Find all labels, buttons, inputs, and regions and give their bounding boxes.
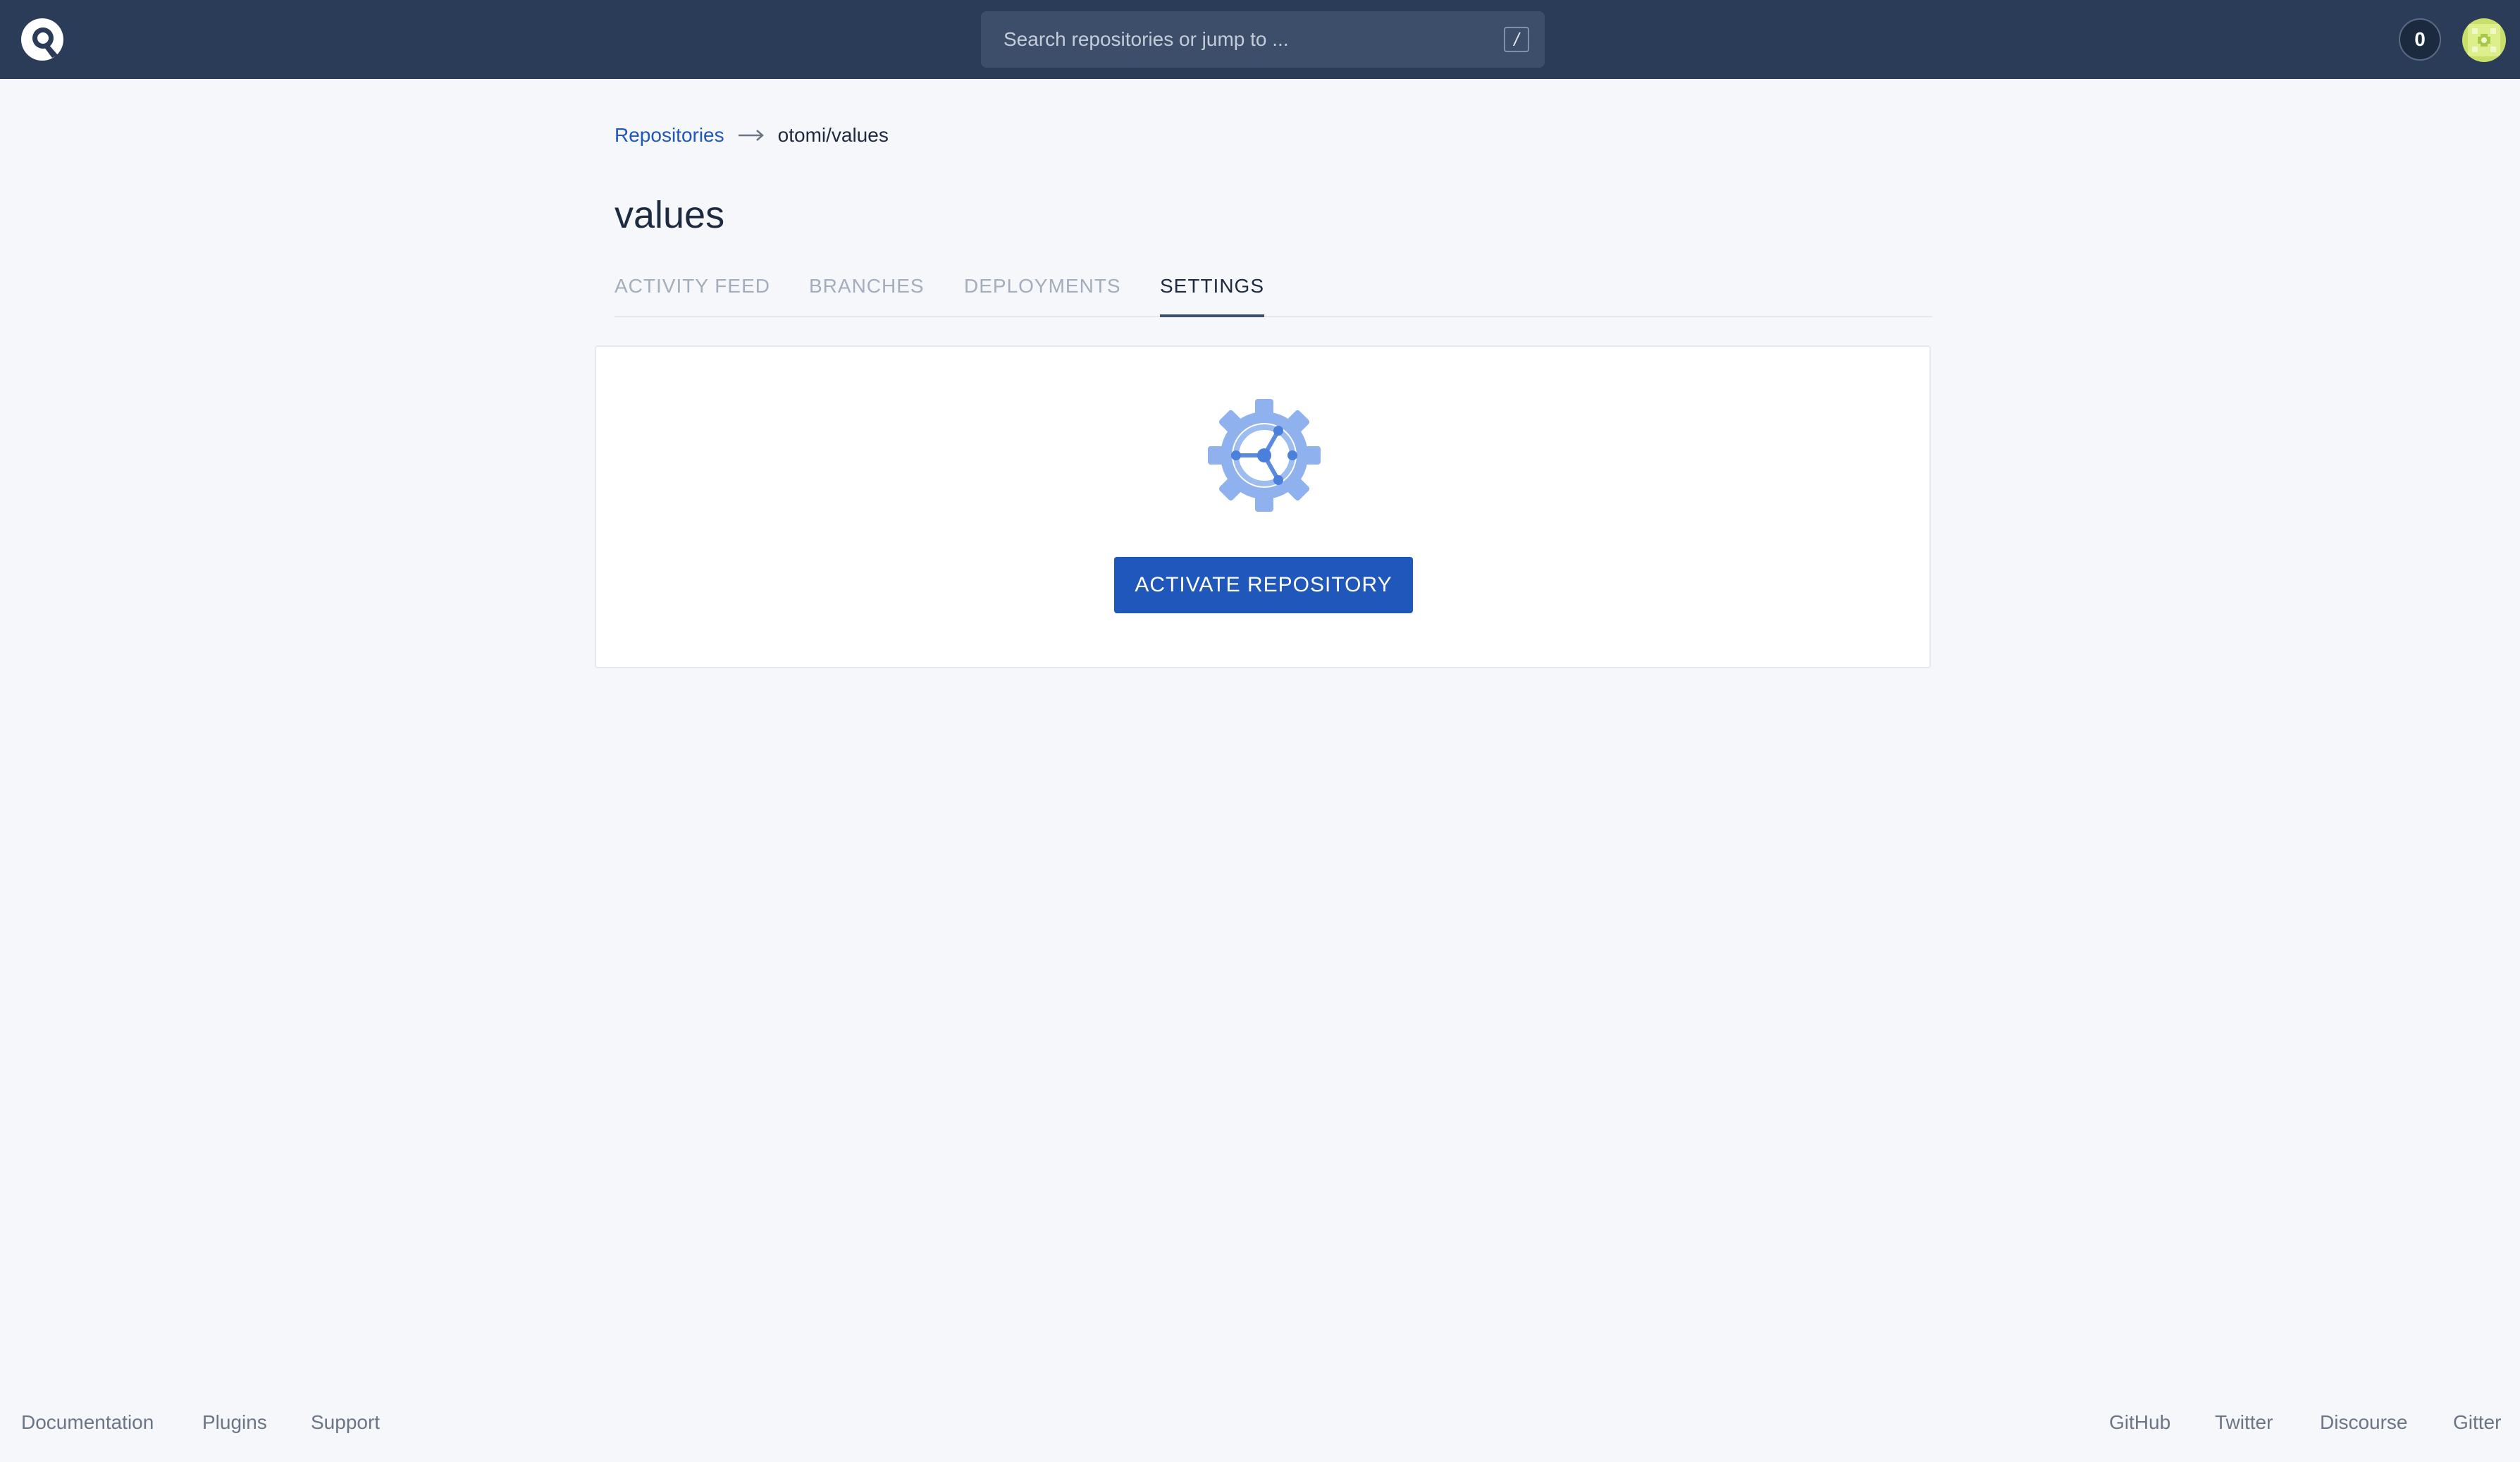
search-box[interactable]: / — [981, 11, 1545, 68]
repo-tabs: ACTIVITY FEED BRANCHES DEPLOYMENTS SETTI… — [614, 271, 1932, 317]
footer-link-documentation[interactable]: Documentation — [21, 1411, 154, 1434]
tab-branches[interactable]: BRANCHES — [809, 271, 925, 314]
breadcrumb-repositories-link[interactable]: Repositories — [614, 124, 724, 147]
breadcrumb: Repositories otomi/values — [614, 121, 889, 149]
footer-link-discourse[interactable]: Discourse — [2320, 1411, 2407, 1434]
footer-link-gitter[interactable]: Gitter — [2453, 1411, 2501, 1434]
activate-repository-button[interactable]: ACTIVATE REPOSITORY — [1114, 557, 1413, 613]
page-title: values — [614, 194, 725, 236]
app-logo-icon — [21, 18, 63, 61]
top-bar: / 0 — [0, 0, 2520, 79]
footer-link-github[interactable]: GitHub — [2109, 1411, 2170, 1434]
settings-gear-icon — [1208, 399, 1321, 512]
activate-card: ACTIVATE REPOSITORY — [595, 345, 1931, 668]
build-queue-counter[interactable]: 0 — [2399, 18, 2441, 61]
avatar-image-icon — [2462, 18, 2506, 62]
footer-link-plugins[interactable]: Plugins — [202, 1411, 267, 1434]
footer-link-support[interactable]: Support — [311, 1411, 380, 1434]
breadcrumb-current: otomi/values — [777, 124, 889, 146]
footer-link-twitter[interactable]: Twitter — [2215, 1411, 2273, 1434]
tab-deployments[interactable]: DEPLOYMENTS — [964, 271, 1121, 314]
tab-activity-feed[interactable]: ACTIVITY FEED — [614, 271, 770, 314]
tab-settings[interactable]: SETTINGS — [1160, 271, 1265, 317]
user-avatar[interactable] — [2462, 18, 2506, 62]
home-logo[interactable] — [20, 17, 65, 62]
search-input[interactable] — [1003, 11, 1483, 68]
arrow-right-icon — [738, 130, 764, 141]
search-shortcut-key: / — [1504, 27, 1529, 52]
